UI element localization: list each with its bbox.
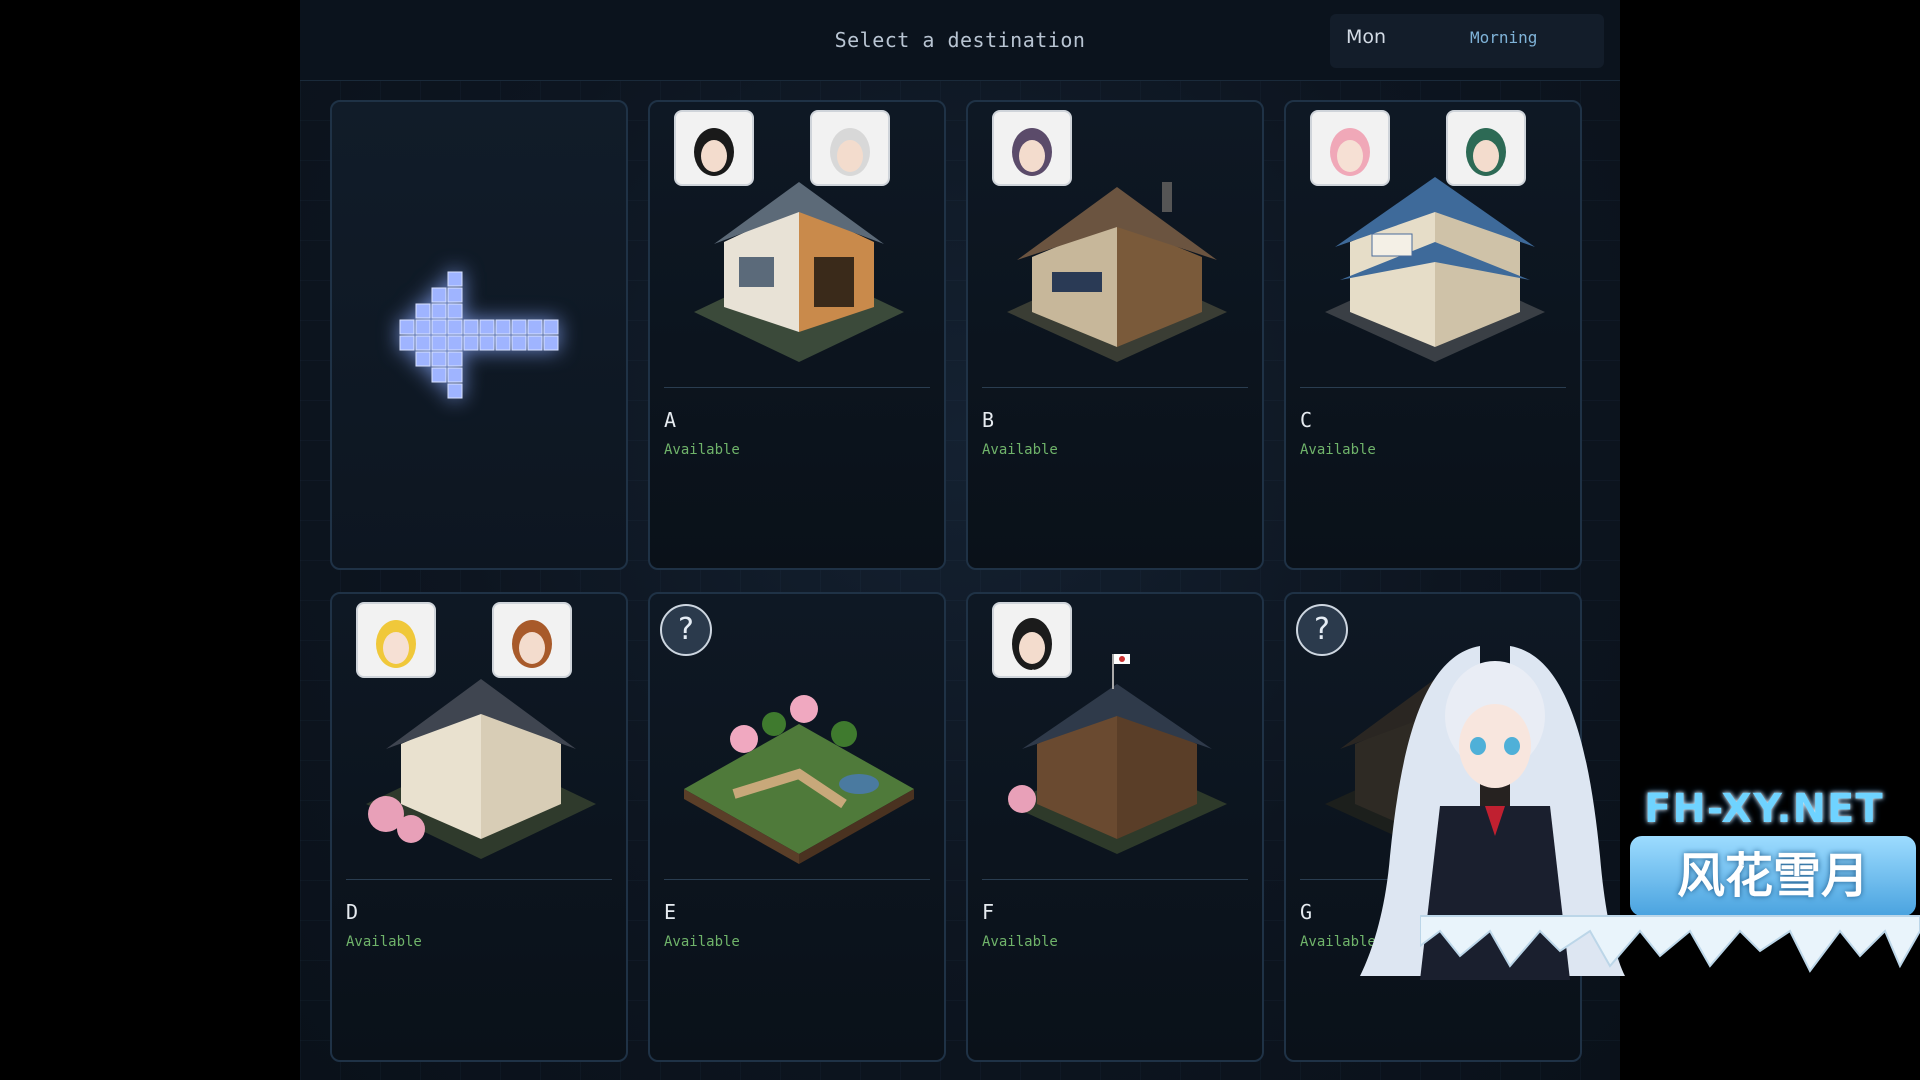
destination-name: A — [664, 408, 677, 432]
destination-name: F — [982, 900, 995, 924]
modern-house-image — [694, 182, 904, 362]
destination-status: Available — [982, 934, 1058, 950]
card-divider — [1300, 387, 1566, 388]
card-divider — [664, 879, 930, 880]
watermark-site-text: FH-XY.NET — [1644, 786, 1884, 832]
watermark-name-text: 风花雪月 — [1630, 836, 1916, 916]
arrow-left-icon — [399, 271, 559, 399]
back-button[interactable] — [330, 100, 628, 570]
destination-name: B — [982, 408, 995, 432]
school-image — [1007, 654, 1227, 854]
japanese-house-image — [366, 679, 596, 859]
traditional-shop-image — [1007, 182, 1227, 362]
card-divider — [346, 879, 612, 880]
destination-status: Available — [346, 934, 422, 950]
destination-card-c[interactable]: C Available — [1284, 100, 1582, 570]
day-label: Mon — [1346, 26, 1387, 48]
destination-status: Available — [982, 442, 1058, 458]
unknown-occupant-icon: ? — [1296, 604, 1348, 656]
unknown-occupant-icon: ? — [660, 604, 712, 656]
destination-card-f[interactable]: F Available — [966, 592, 1264, 1062]
card-divider — [664, 387, 930, 388]
destination-name: C — [1300, 408, 1313, 432]
destination-card-e[interactable]: ? E Available — [648, 592, 946, 1062]
time-box: Mon Morning — [1330, 14, 1604, 68]
watermark: FH-XY.NET 风花雪月 — [1360, 636, 1920, 980]
destination-card-b[interactable]: B Available — [966, 100, 1264, 570]
time-of-day-label: Morning — [1470, 28, 1538, 47]
destination-card-d[interactable]: D Available — [330, 592, 628, 1062]
card-divider — [982, 387, 1248, 388]
pharmacy-image — [1325, 177, 1545, 362]
destination-status: Available — [664, 442, 740, 458]
destination-name: D — [346, 900, 359, 924]
card-divider — [982, 879, 1248, 880]
top-bar: Select a destination Mon Morning — [300, 0, 1620, 81]
screen: Select a destination Mon Morning A Avail… — [0, 0, 1920, 1080]
destination-name: G — [1300, 900, 1313, 924]
park-image — [684, 695, 914, 864]
destination-name: E — [664, 900, 677, 924]
destination-card-a[interactable]: A Available — [648, 100, 946, 570]
destination-status: Available — [664, 934, 740, 950]
destination-status: Available — [1300, 442, 1376, 458]
watermark-ice-decoration — [1420, 915, 1920, 973]
